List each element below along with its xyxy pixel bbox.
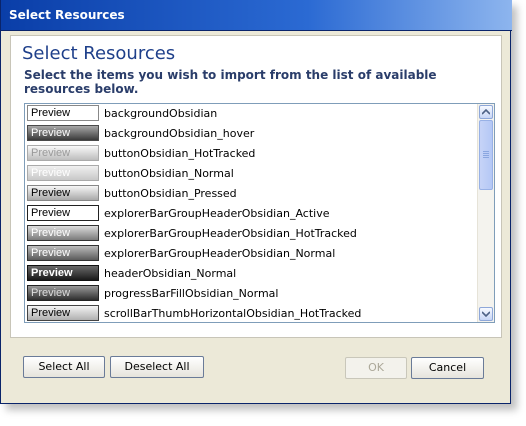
preview-swatch: Preview	[27, 265, 99, 281]
list-item[interactable]: Preview explorerBarGroupHeaderObsidian_H…	[25, 224, 477, 244]
preview-swatch: Preview	[27, 245, 99, 261]
resource-name: explorerBarGroupHeaderObsidian_Normal	[104, 247, 336, 260]
grip-line	[483, 153, 489, 154]
list-item[interactable]: Preview explorerBarGroupHeaderObsidian_N…	[25, 244, 477, 264]
list-item[interactable]: Preview buttonObsidian_Normal	[25, 164, 477, 184]
resource-name: explorerBarGroupHeaderObsidian_Active	[104, 207, 330, 220]
preview-swatch: Preview	[27, 185, 99, 201]
window-title: Select Resources	[9, 8, 125, 22]
list-item[interactable]: Preview progressBarFillObsidian_Normal	[25, 284, 477, 304]
grip-line	[483, 151, 489, 152]
list-item[interactable]: Preview buttonObsidian_Pressed	[25, 184, 477, 204]
resource-name: buttonObsidian_HotTracked	[104, 147, 256, 160]
list-item[interactable]: Preview backgroundObsidian	[25, 104, 477, 124]
list-item[interactable]: Preview headerObsidian_Normal	[25, 264, 477, 284]
resource-name: buttonObsidian_Normal	[104, 167, 234, 180]
chevron-up-icon	[482, 109, 490, 115]
scrollbar-thumb[interactable]	[479, 120, 493, 190]
ok-button[interactable]: OK	[345, 357, 407, 379]
title-bar[interactable]: Select Resources	[1, 0, 512, 31]
grip-line	[483, 155, 489, 156]
scroll-down-button[interactable]	[479, 307, 493, 321]
deselect-all-button[interactable]: Deselect All	[110, 356, 204, 378]
preview-swatch: Preview	[27, 145, 99, 161]
list-item[interactable]: Preview buttonObsidian_HotTracked	[25, 144, 477, 164]
list-item[interactable]: Preview explorerBarGroupHeaderObsidian_A…	[25, 204, 477, 224]
preview-swatch: Preview	[27, 305, 99, 321]
resource-name: progressBarFillObsidian_Normal	[104, 287, 279, 300]
grip-line	[483, 157, 489, 158]
select-all-button[interactable]: Select All	[23, 356, 105, 378]
resource-name: explorerBarGroupHeaderObsidian_HotTracke…	[104, 227, 357, 240]
select-resources-dialog: Select Resources Select Resources Select…	[0, 0, 512, 404]
preview-swatch: Preview	[27, 225, 99, 241]
preview-swatch: Preview	[27, 125, 99, 141]
resource-name: backgroundObsidian_hover	[104, 127, 255, 140]
preview-swatch: Preview	[27, 165, 99, 181]
cancel-button[interactable]: Cancel	[411, 357, 484, 379]
content-panel: Select Resources Select the items you wi…	[10, 35, 502, 338]
resource-name: headerObsidian_Normal	[104, 267, 237, 280]
resource-name: backgroundObsidian	[104, 107, 218, 120]
preview-swatch: Preview	[27, 285, 99, 301]
page-title: Select Resources	[22, 43, 176, 64]
preview-swatch: Preview	[27, 105, 99, 121]
preview-swatch: Preview	[27, 205, 99, 221]
scroll-up-button[interactable]	[479, 105, 493, 119]
resource-list[interactable]: Preview backgroundObsidian Preview backg…	[24, 103, 495, 323]
list-item[interactable]: Preview backgroundObsidian_hover	[25, 124, 477, 144]
vertical-scrollbar[interactable]	[477, 104, 494, 322]
page-description: Select the items you wish to import from…	[24, 68, 437, 96]
resource-name: buttonObsidian_Pressed	[104, 187, 237, 200]
resource-name: scrollBarThumbHorizontalObsidian_HotTrac…	[104, 307, 362, 320]
list-item[interactable]: Preview scrollBarThumbHorizontalObsidian…	[25, 304, 477, 322]
chevron-down-icon	[482, 311, 490, 317]
